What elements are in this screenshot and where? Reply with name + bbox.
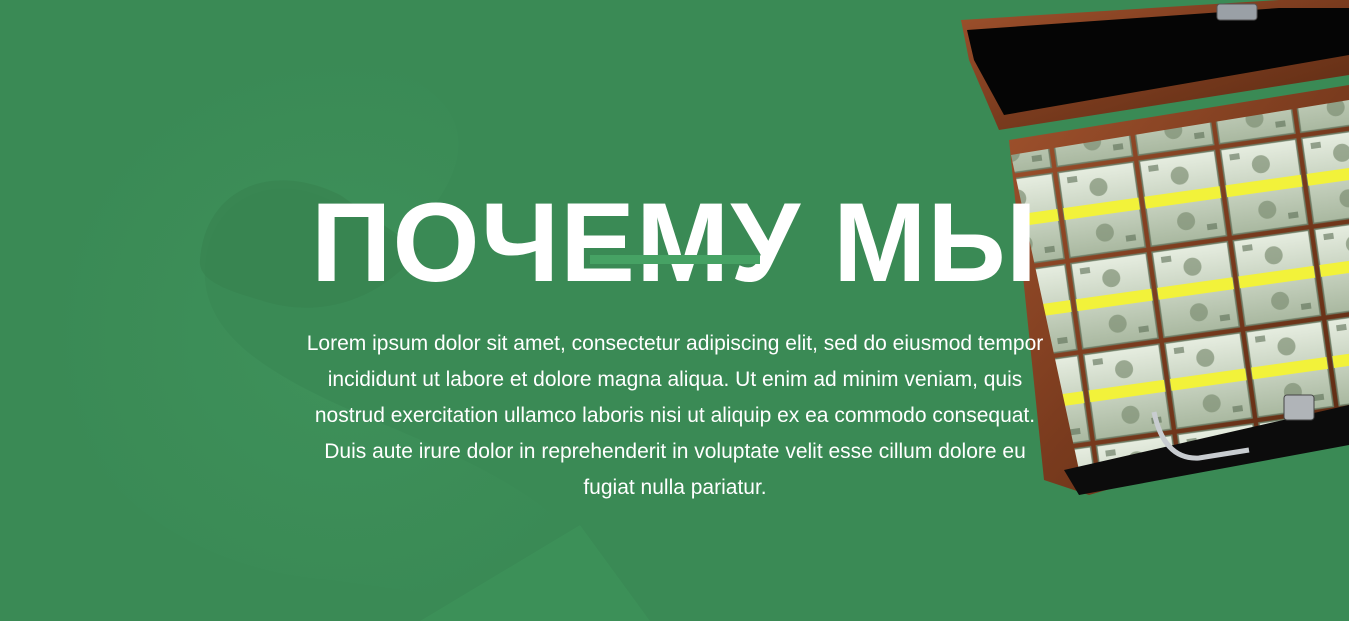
page-title: ПОЧЕМУ МЫ xyxy=(310,180,1039,306)
intro-paragraph: Lorem ipsum dolor sit amet, consectetur … xyxy=(306,332,1044,499)
title-divider xyxy=(590,255,760,264)
hero-section: ПОЧЕМУ МЫ Lorem ipsum dolor sit amet, co… xyxy=(0,0,1349,621)
